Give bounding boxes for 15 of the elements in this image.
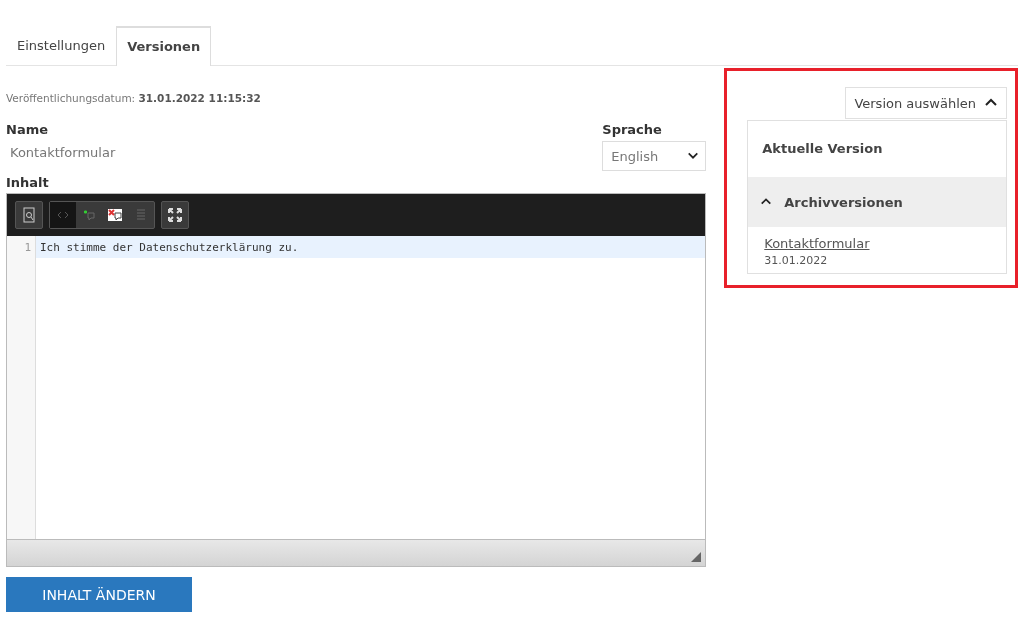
tab[interactable]: Einstellungen (6, 26, 117, 65)
tab[interactable]: Versionen (116, 26, 212, 66)
publish-date: Veröffentlichungsdatum: 31.01.2022 11:15:32 (6, 92, 262, 104)
name-value: Kontaktformular (9, 144, 117, 160)
resize-handle-icon[interactable] (691, 552, 702, 562)
name-label: Name (6, 122, 49, 137)
language-label: Sprache (602, 122, 663, 137)
change-content-button[interactable]: INHALT ÄNDERN (6, 577, 192, 612)
language-select[interactable]: English (602, 141, 707, 171)
archive-header[interactable]: Archivversionen (748, 177, 1006, 227)
version-link[interactable]: Kontaktformular (764, 236, 870, 251)
current-version-item[interactable]: Aktuelle Version (748, 121, 1006, 177)
content-label: Inhalt (6, 175, 50, 190)
version-select-button[interactable]: Version auswählen (845, 87, 1007, 119)
version-date: 31.01.2022 (764, 254, 829, 267)
